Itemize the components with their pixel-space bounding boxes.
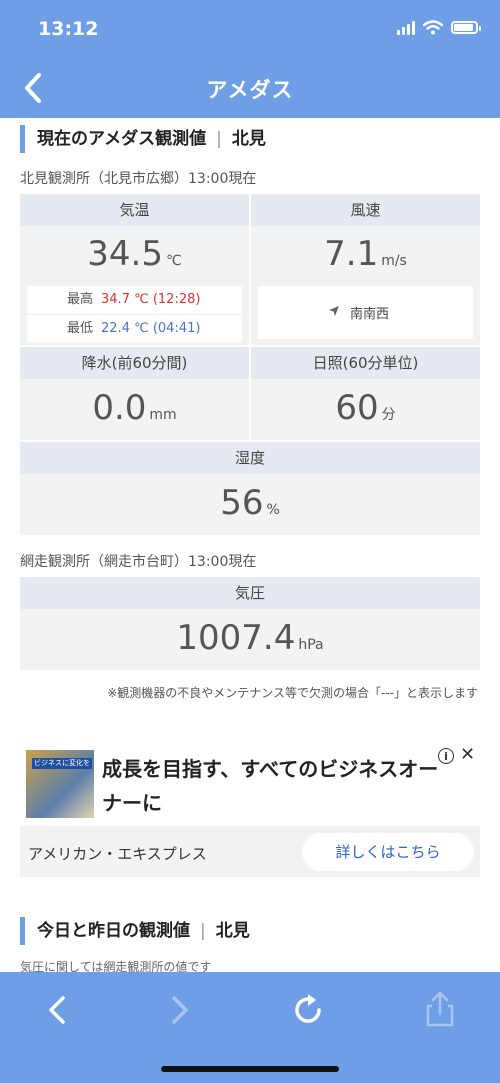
reload-button[interactable]: [286, 988, 330, 1032]
humidity-number: 56: [220, 483, 264, 523]
section-title-text: 現在のアメダス観測値: [37, 129, 207, 149]
browser-forward-button[interactable]: [157, 988, 201, 1032]
pressure-number: 1007.4: [176, 618, 296, 658]
humidity-value: 56%: [20, 483, 480, 523]
humidity-unit: %: [266, 502, 280, 518]
wifi-icon: [423, 20, 443, 35]
temperature-number: 34.5: [87, 234, 163, 274]
sunshine-number: 60: [335, 388, 379, 428]
wind-direction-box: 南南西: [258, 286, 473, 339]
temperature-label: 気温: [20, 194, 249, 226]
pressure-station-label: 網走観測所（網走市台町）13:00現在: [20, 554, 257, 570]
min-temperature-value: 22.4 ℃ (04:41): [101, 321, 201, 336]
top-bar: 13:12 アメダス: [0, 0, 500, 118]
precipitation-unit: mm: [149, 407, 177, 423]
ad-headline[interactable]: 成長を目指す、すべてのビジネスオーナーに: [102, 752, 442, 820]
history-section-title: 今日と昨日の観測値 | 北見: [20, 917, 250, 945]
humidity-label: 湿度: [20, 442, 480, 474]
status-time: 13:12: [38, 18, 99, 40]
page-title: アメダス: [206, 78, 294, 102]
max-temperature-value: 34.7 ℃ (12:28): [101, 292, 201, 307]
browser-toolbar: [0, 972, 500, 1083]
min-temperature-row: 最低 22.4 ℃ (04:41): [27, 314, 242, 342]
max-temperature-row: 最高 34.7 ℃ (12:28): [27, 286, 242, 314]
current-section-title: 現在のアメダス観測値 | 北見: [20, 125, 266, 153]
precipitation-label: 降水(前60分間): [20, 347, 249, 379]
min-temperature-label: 最低: [67, 321, 94, 336]
section-location: 北見: [231, 129, 266, 149]
ad-advertiser: アメリカン・エキスプレス: [28, 845, 207, 863]
precipitation-value: 0.0 mm: [20, 388, 249, 428]
sunshine-value: 60 分: [251, 388, 480, 428]
wind-direction: 南南西: [350, 307, 390, 322]
sunshine-unit: 分: [381, 407, 396, 423]
ad-close-icon[interactable]: ✕: [460, 744, 475, 765]
temperature-value: 34.5 ℃: [20, 234, 249, 274]
wind-unit: m/s: [381, 253, 407, 269]
pressure-unit: hPa: [298, 637, 324, 653]
ad-thumbnail-tag: ビジネスに変化を: [32, 758, 92, 769]
ad-footer: アメリカン・エキスプレス 詳しくはこちら: [20, 826, 480, 877]
browser-back-button[interactable]: [36, 988, 80, 1032]
wind-number: 7.1: [324, 234, 379, 274]
home-indicator: [161, 1066, 339, 1072]
sunshine-label: 日照(60分単位): [251, 347, 480, 379]
precipitation-number: 0.0: [92, 388, 147, 428]
max-temperature-label: 最高: [67, 292, 94, 307]
share-button[interactable]: [418, 988, 462, 1032]
pressure-label: 気圧: [20, 577, 480, 609]
ad-info-icon[interactable]: i: [438, 748, 454, 764]
navigation-arrow-icon: [329, 306, 339, 316]
missing-data-note: ※観測機器の不良やメンテナンス等で欠測の場合「---」と表示します: [107, 686, 478, 700]
history-location: 北見: [215, 921, 250, 941]
temperature-unit: ℃: [165, 253, 182, 269]
history-title-text: 今日と昨日の観測値: [37, 921, 190, 941]
wind-value: 7.1 m/s: [251, 234, 480, 274]
pressure-value: 1007.4 hPa: [20, 618, 480, 658]
status-icons: [397, 20, 481, 35]
battery-icon: [451, 21, 481, 34]
ad-banner[interactable]: ビジネスに変化を 成長を目指す、すべてのビジネスオーナーに i ✕ アメリカン・…: [20, 742, 480, 877]
wind-label: 風速: [251, 194, 480, 226]
ad-cta-button[interactable]: 詳しくはこちら: [302, 833, 474, 871]
signal-icon: [397, 20, 415, 35]
ad-thumbnail[interactable]: ビジネスに変化を: [26, 750, 94, 818]
station-label: 北見観測所（北見市広郷）13:00現在: [20, 171, 257, 187]
